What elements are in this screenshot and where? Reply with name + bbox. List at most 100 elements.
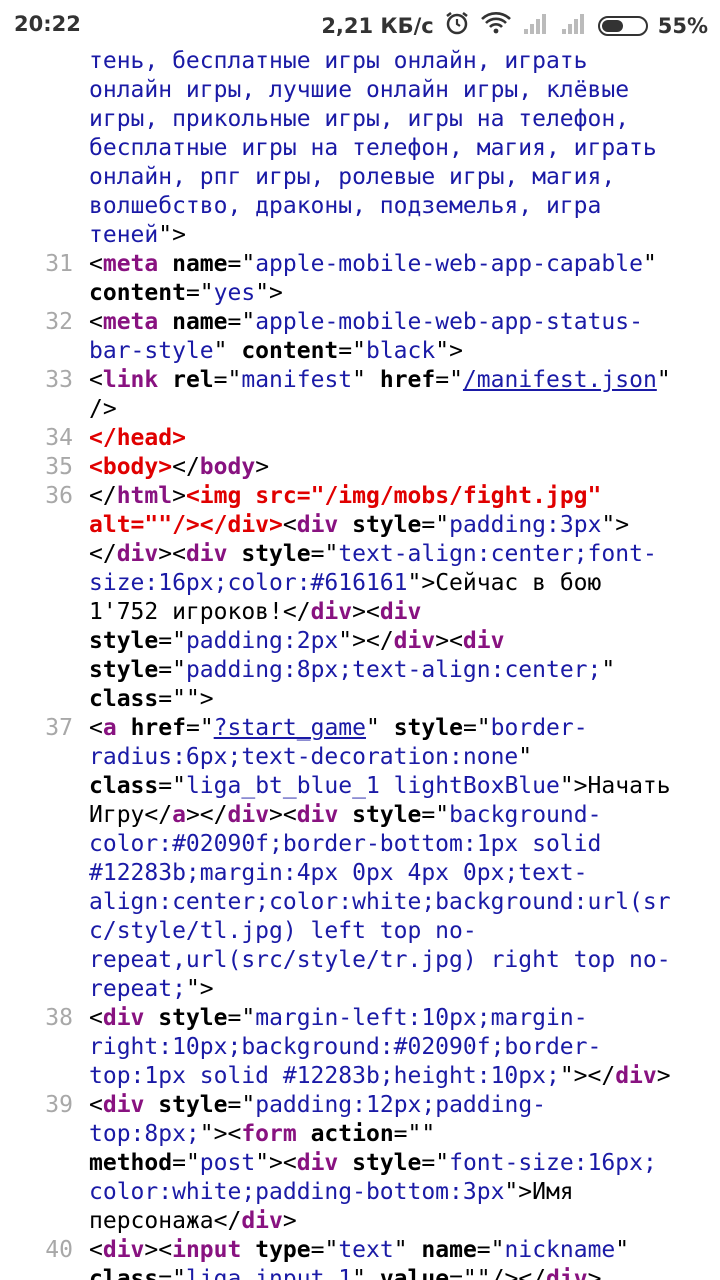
line-number [0, 279, 89, 308]
line-number: 31 [45, 251, 73, 277]
line-code: <div><input type="text" name="nickname" [89, 1236, 709, 1265]
code-token: =" [227, 1092, 256, 1118]
code-token: content [241, 338, 339, 364]
code-line: 38 <div style="margin-left:10px;margin- [0, 1004, 720, 1033]
code-token: post [199, 1150, 256, 1176]
code-line: right:10px;background:#02090f;border- [0, 1033, 720, 1062]
code-token: </ [89, 483, 117, 509]
code-line: 35 <body></body> [0, 453, 720, 482]
code-token: "> [185, 976, 214, 1002]
code-token: liga_bt_blue_1 lightBoxBlue [185, 773, 560, 799]
code-token: ">< [255, 1150, 297, 1176]
line-number [0, 1178, 89, 1207]
code-token: font-size:16px; [449, 1150, 657, 1176]
code-token: method [89, 1150, 173, 1176]
code-line: repeat;"> [0, 975, 720, 1004]
code-token: > [282, 1208, 297, 1234]
status-icons: 2,21 КБ/с 55% [321, 10, 708, 41]
code-token: a [102, 715, 117, 741]
code-token: action [310, 1121, 394, 1147]
code-token: top:8px; [89, 1121, 200, 1147]
line-code: <body></body> [89, 453, 709, 482]
code-line: #12283b;margin:4px 0px 4px 0px;text- [0, 859, 720, 888]
code-token: name [421, 1237, 477, 1263]
line-number [0, 830, 89, 859]
line-number: 35 [45, 454, 73, 480]
code-token: =" [172, 1150, 200, 1176]
line-code: #12283b;margin:4px 0px 4px 0px;text- [89, 859, 709, 888]
code-token: meta [102, 309, 159, 335]
line-number [0, 743, 89, 772]
line-number [0, 888, 89, 917]
code-token: =" [227, 309, 256, 335]
line-code: онлайн игры, лучшие онлайн игры, клёвые [89, 76, 709, 105]
code-token: color:white;padding-bottom:3px [89, 1179, 505, 1205]
line-code: color:white;padding-bottom:3px">Имя [89, 1178, 709, 1207]
code-token: онлайн игры, лучшие онлайн игры, клёвые [89, 77, 630, 103]
source-code-viewer[interactable]: тень, бесплатные игры онлайн, играть онла… [0, 47, 720, 1280]
code-token: < [282, 512, 297, 538]
code-token: alt=""/> [89, 512, 200, 538]
line-code: бесплатные игры на телефон, магия, играт… [89, 134, 709, 163]
code-token: ">< [199, 1121, 242, 1147]
code-token: >< [435, 628, 463, 654]
line-code: repeat,url(src/style/tr.jpg) right top n… [89, 946, 709, 975]
code-token: > [172, 483, 186, 509]
code-token: div [102, 1005, 145, 1031]
code-token: " [366, 715, 394, 741]
code-line: top:8px;"><form action="" [0, 1120, 720, 1149]
code-token: div [296, 802, 339, 828]
code-line: 34 </head> [0, 424, 720, 453]
code-token: style [352, 802, 422, 828]
line-number: 39 [45, 1092, 73, 1118]
code-token: =" [213, 367, 242, 393]
code-token: div [379, 599, 422, 625]
code-line: color:#02090f;border-bottom:1px solid [0, 830, 720, 859]
line-number [0, 221, 89, 250]
code-token: /img/mobs/fight.jpg [324, 483, 588, 509]
code-token: div [310, 599, 353, 625]
code-line: c/style/tl.jpg) left top no- [0, 917, 720, 946]
code-token: style [352, 512, 422, 538]
code-token: волшебство, драконы, подземелья, игра [89, 193, 602, 219]
code-token: > [656, 1063, 671, 1089]
code-token: " [601, 657, 616, 683]
code-line: персонажа</div> [0, 1207, 720, 1236]
code-token: < [89, 251, 103, 277]
code-token: bar-style [89, 338, 214, 364]
code-link[interactable]: /manifest.json [463, 367, 657, 393]
line-number [0, 685, 89, 714]
code-token: div [296, 1150, 339, 1176]
code-line: </div><div style="text-align:center;font… [0, 540, 720, 569]
code-token: > [255, 454, 270, 480]
code-token: =" [421, 512, 450, 538]
line-code: repeat;"> [89, 975, 709, 1004]
line-number [0, 1120, 89, 1149]
code-token: div [241, 1208, 283, 1234]
code-token: =" [421, 1150, 450, 1176]
code-token: #12283b;margin:4px 0px 4px 0px;text- [89, 860, 588, 886]
code-token: a [172, 802, 186, 828]
code-token: repeat,url(src/style/tr.jpg) right top n… [89, 947, 671, 973]
network-speed: 2,21 КБ/с [321, 13, 434, 38]
line-code: волшебство, драконы, подземелья, игра [89, 192, 709, 221]
code-token: теней [89, 222, 159, 248]
line-number [0, 598, 89, 627]
code-token: style [352, 1150, 422, 1176]
code-line: align:center;color:white;background:url(… [0, 888, 720, 917]
line-code: </html><img src="/img/mobs/fight.jpg" [89, 482, 709, 511]
code-line: alt=""/></div><div style="padding:3px"> [0, 511, 720, 540]
code-link[interactable]: ?start_game [214, 715, 366, 741]
code-token: content [89, 280, 186, 306]
code-token: value [379, 1266, 450, 1280]
code-line: 33 <link rel="manifest" href="/manifest.j… [0, 366, 720, 395]
line-code: size:16px;color:#616161">Сейчас в бою [89, 569, 709, 598]
signal-icon-sim2 [560, 11, 588, 40]
code-token: =" [310, 541, 339, 567]
line-number [0, 859, 89, 888]
code-token: персонажа</ [89, 1208, 242, 1234]
code-token: style [158, 1092, 228, 1118]
code-line: бесплатные игры на телефон, магия, играт… [0, 134, 720, 163]
code-line: игры, прикольные игры, игры на телефон, [0, 105, 720, 134]
code-token: div [546, 1266, 588, 1280]
